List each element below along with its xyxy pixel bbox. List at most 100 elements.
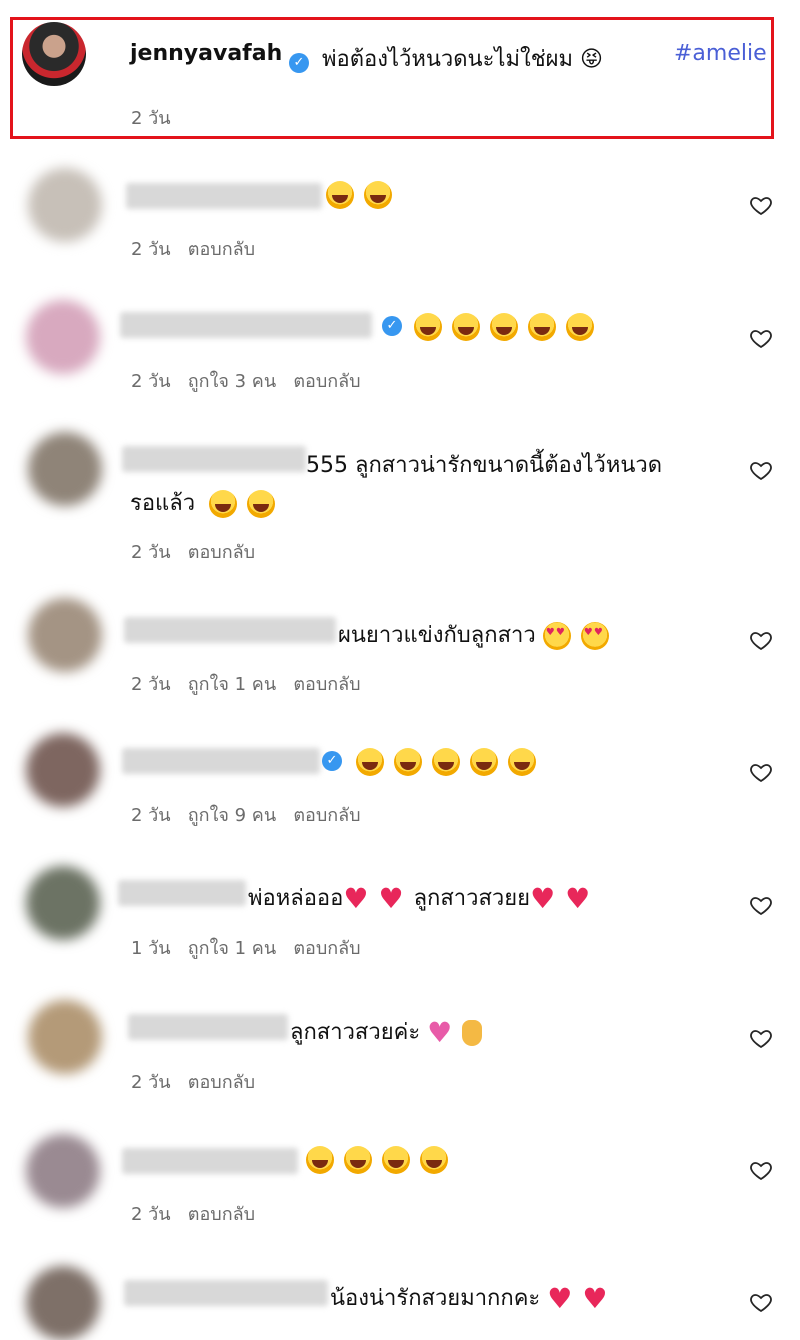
laughing-emoji-icon bbox=[247, 490, 276, 518]
heart-eyes-emoji-icon bbox=[580, 622, 609, 650]
red-heart-emoji-icon: ♥ bbox=[378, 882, 404, 915]
reply-link[interactable]: ตอบกลับ bbox=[188, 1072, 255, 1093]
laughing-emoji-icon bbox=[326, 181, 354, 209]
heart-outline-icon[interactable] bbox=[749, 193, 773, 217]
red-heart-emoji-icon: ♥ bbox=[343, 882, 369, 915]
laughing-emoji-icon bbox=[356, 748, 384, 776]
laughing-emoji-icon bbox=[382, 1146, 410, 1174]
comment-time: 1 วัน bbox=[131, 938, 171, 959]
comment-text: ผนยาวแข่งกับลูกสาว bbox=[338, 617, 619, 652]
laughing-emoji-icon bbox=[306, 1146, 334, 1174]
comment-username[interactable] bbox=[122, 446, 306, 472]
comment-meta: 2 วัน ถูกใจ 1 คน ตอบกลับ bbox=[131, 669, 361, 698]
highlighted-caption bbox=[10, 17, 774, 139]
likes-count[interactable]: ถูกใจ 9 คน bbox=[188, 805, 276, 826]
reply-link[interactable]: ตอบกลับ bbox=[293, 938, 360, 959]
caption-hashtag[interactable]: #amelie bbox=[674, 41, 767, 66]
laughing-emoji-icon bbox=[209, 490, 238, 518]
verified-badge-icon: ✓ bbox=[289, 53, 309, 73]
laughing-emoji-icon bbox=[414, 313, 442, 341]
comment-time: 2 วัน bbox=[131, 1204, 171, 1225]
comment-time: 2 วัน bbox=[131, 1072, 171, 1093]
comment-meta: 1 วัน ถูกใจ 1 คน ตอบกลับ bbox=[131, 933, 361, 962]
laughing-emoji-icon bbox=[566, 313, 594, 341]
comment-username[interactable] bbox=[126, 183, 322, 209]
red-heart-emoji-icon: ♥ bbox=[547, 1282, 573, 1315]
laughing-emoji-icon bbox=[508, 748, 536, 776]
comment-text: 555 ลูกสาวน่ารักขนาดนี้ต้องไว้หนวด bbox=[306, 453, 663, 478]
comment-avatar[interactable] bbox=[26, 300, 100, 374]
comment-username[interactable] bbox=[120, 312, 372, 338]
comment-meta: 2 วัน ถูกใจ 3 คน ตอบกลับ bbox=[131, 366, 361, 395]
red-heart-emoji-icon: ♥ bbox=[565, 882, 591, 915]
laughing-emoji-icon bbox=[470, 748, 498, 776]
caption-username[interactable]: jennyavafah bbox=[130, 41, 282, 66]
reply-link[interactable]: ตอบกลับ bbox=[188, 542, 255, 563]
heart-outline-icon[interactable] bbox=[749, 893, 773, 917]
heart-outline-icon[interactable] bbox=[749, 1290, 773, 1314]
laughing-emoji-icon bbox=[490, 313, 518, 341]
comment-avatar[interactable] bbox=[28, 1000, 102, 1074]
laughing-emoji-icon bbox=[420, 1146, 448, 1174]
laughing-emoji-icon bbox=[394, 748, 422, 776]
verified-badge-icon: ✓ bbox=[382, 316, 402, 336]
hand-emoji-icon bbox=[462, 1020, 483, 1046]
likes-count[interactable]: ถูกใจ 3 คน bbox=[188, 371, 276, 392]
comment-text bbox=[326, 181, 402, 209]
likes-count[interactable]: ถูกใจ 1 คน bbox=[188, 674, 276, 695]
comment-time: 2 วัน bbox=[131, 371, 171, 392]
comment-time: 2 วัน bbox=[131, 805, 171, 826]
caption-text: พ่อต้องไว้หนวดนะไม่ใช่ผม 😝 bbox=[322, 47, 603, 72]
comment-text bbox=[356, 748, 546, 776]
comment-avatar[interactable] bbox=[28, 432, 102, 506]
reply-link[interactable]: ตอบกลับ bbox=[293, 674, 360, 695]
heart-outline-icon[interactable] bbox=[749, 1158, 773, 1182]
comment-text bbox=[306, 1146, 458, 1174]
comment-meta: 2 วัน ตอบกลับ bbox=[131, 234, 255, 263]
comment-avatar[interactable] bbox=[28, 598, 102, 672]
heart-outline-icon[interactable] bbox=[749, 458, 773, 482]
comment-meta: 2 วัน ตอบกลับ bbox=[131, 1199, 255, 1228]
comment-meta: 2 วัน ตอบกลับ bbox=[131, 537, 255, 566]
comment-avatar[interactable] bbox=[26, 733, 100, 807]
comment-username[interactable] bbox=[122, 1148, 298, 1174]
comment-username[interactable] bbox=[122, 748, 320, 774]
reply-link[interactable]: ตอบกลับ bbox=[293, 371, 360, 392]
caption-avatar[interactable] bbox=[22, 22, 86, 86]
reply-link[interactable]: ตอบกลับ bbox=[188, 1204, 255, 1225]
comment-text: พ่อหล่อออ♥ ♥ ลูกสาวสวยย♥ ♥ bbox=[248, 882, 591, 915]
comment-meta: 2 วัน ตอบกลับ bbox=[131, 1067, 255, 1096]
comment-meta: 2 วัน ถูกใจ 9 คน ตอบกลับ bbox=[131, 800, 361, 829]
heart-outline-icon[interactable] bbox=[749, 326, 773, 350]
rolling-laughing-emoji-icon bbox=[364, 181, 392, 209]
comment-avatar[interactable] bbox=[26, 1266, 100, 1340]
heart-eyes-emoji-icon bbox=[542, 622, 571, 650]
comment-avatar[interactable] bbox=[28, 168, 102, 242]
comment-time: 2 วัน bbox=[131, 239, 171, 260]
comment-text-line2: รอแล้ว bbox=[130, 485, 285, 520]
heart-outline-icon[interactable] bbox=[749, 760, 773, 784]
laughing-emoji-icon bbox=[452, 313, 480, 341]
comment-time: 2 วัน bbox=[131, 542, 171, 563]
laughing-emoji-icon bbox=[344, 1146, 372, 1174]
heart-outline-icon[interactable] bbox=[749, 628, 773, 652]
reply-link[interactable]: ตอบกลับ bbox=[293, 805, 360, 826]
heart-outline-icon[interactable] bbox=[749, 1026, 773, 1050]
caption-time: 2 วัน bbox=[131, 108, 171, 129]
comment-avatar[interactable] bbox=[26, 866, 100, 940]
comment-username[interactable] bbox=[124, 617, 336, 643]
verified-badge-icon: ✓ bbox=[322, 751, 342, 771]
comment-username[interactable] bbox=[118, 880, 246, 906]
comment-username[interactable] bbox=[124, 1280, 328, 1306]
likes-count[interactable]: ถูกใจ 1 คน bbox=[188, 938, 276, 959]
comment-avatar[interactable] bbox=[26, 1134, 100, 1208]
comment-username[interactable] bbox=[128, 1014, 288, 1040]
comment-text: น้องน่ารักสวยมากกคะ ♥ ♥ bbox=[330, 1282, 608, 1315]
comment-text: ลูกสาวสวยค่ะ ♥ bbox=[290, 1014, 483, 1049]
red-heart-emoji-icon: ♥ bbox=[582, 1282, 608, 1315]
laughing-emoji-icon bbox=[528, 313, 556, 341]
comment-text bbox=[414, 313, 604, 341]
reply-link[interactable]: ตอบกลับ bbox=[188, 239, 255, 260]
comment-time: 2 วัน bbox=[131, 674, 171, 695]
red-heart-emoji-icon: ♥ bbox=[530, 882, 556, 915]
